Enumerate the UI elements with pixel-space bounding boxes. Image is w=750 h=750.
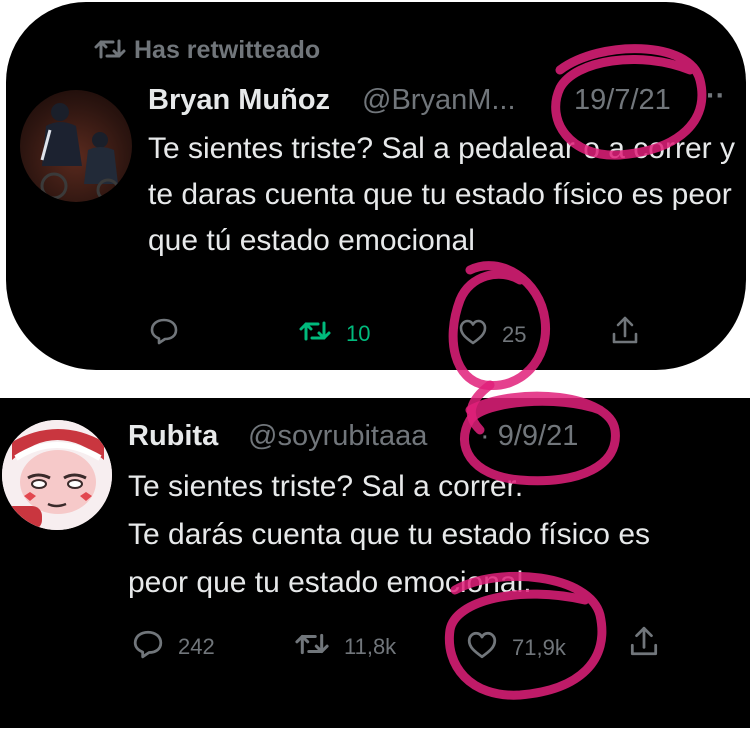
reply-icon — [132, 628, 178, 666]
like-count: 71,9k — [512, 635, 566, 660]
retweet-context: Has retwitteado — [94, 36, 320, 69]
reply-button[interactable]: 242 — [132, 628, 215, 666]
heart-icon — [458, 318, 502, 352]
retweet-icon — [294, 630, 344, 664]
author-handle[interactable]: @BryanM... — [362, 84, 516, 117]
retweet-count: 10 — [346, 321, 371, 346]
retweet-button[interactable]: 10 — [298, 318, 370, 350]
reply-button[interactable] — [149, 316, 193, 352]
retweet-icon — [298, 318, 346, 350]
like-button[interactable]: 25 — [458, 318, 526, 352]
wink-emoji: 😉 — [148, 261, 180, 294]
like-button[interactable]: 71,9k — [466, 630, 566, 666]
retweet-button[interactable]: 11,8k — [294, 630, 396, 664]
tweet-card-2[interactable]: Rubita @soyrubitaaa · 9/9/21 Te sientes … — [0, 398, 750, 728]
heart-icon — [466, 630, 512, 666]
share-button[interactable] — [610, 314, 654, 352]
share-icon — [610, 314, 654, 352]
author-name[interactable]: Rubita — [128, 420, 218, 453]
tweet-text: Te sientes triste? Sal a pedalear o a co… — [148, 132, 735, 257]
tweet-card-1[interactable]: Has retwitteado Bryan Muñoz @BryanM... 1… — [6, 2, 746, 370]
retweet-icon — [94, 36, 126, 69]
cartoon-character-avatar — [2, 420, 112, 530]
reply-count: 242 — [178, 634, 215, 659]
tweet-text-line-3: peor que tu estado emocional. — [128, 566, 532, 599]
reply-icon — [149, 316, 193, 352]
author-name[interactable]: Bryan Muñoz — [148, 84, 330, 117]
like-count: 25 — [502, 322, 527, 347]
retweet-label: Has retwitteado — [134, 36, 321, 64]
retweet-count: 11,8k — [344, 634, 397, 659]
share-icon — [628, 624, 674, 664]
more-options-icon[interactable]: ·· — [706, 80, 725, 113]
tweet-date[interactable]: 19/7/21 — [574, 84, 671, 117]
avatar[interactable] — [20, 90, 132, 202]
avatar[interactable] — [2, 420, 112, 530]
tweet-text-line-2: Te darás cuenta que tu estado físico es — [128, 518, 650, 551]
tweet-text-line-1: Te sientes triste? Sal a correr. — [128, 470, 524, 503]
tweet-date[interactable]: · 9/9/21 — [480, 420, 578, 453]
share-button[interactable] — [628, 624, 674, 664]
author-handle[interactable]: @soyrubitaaa — [248, 420, 427, 453]
cyclists-photo — [40, 103, 120, 202]
